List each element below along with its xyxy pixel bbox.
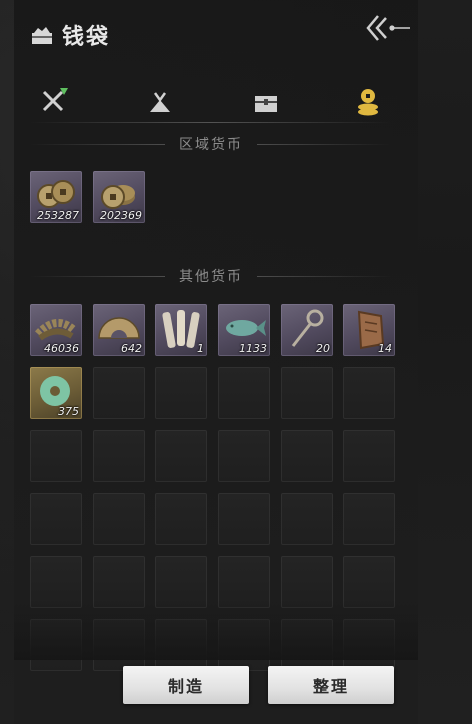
empty-slot xyxy=(343,367,395,419)
item-count: 202369 xyxy=(100,209,142,222)
empty-slot xyxy=(218,619,270,671)
currency-slot-bronze-plaque[interactable]: 14 xyxy=(343,304,395,356)
section-title: 其他货币 xyxy=(179,269,243,285)
crossed-swords-icon xyxy=(42,88,68,112)
empty-slot xyxy=(281,619,333,671)
page-title: 钱袋 xyxy=(62,24,111,50)
other-currency-heading: 其他货币 xyxy=(30,266,392,286)
divider xyxy=(30,143,165,145)
coins-icon xyxy=(358,89,378,116)
tab-items[interactable] xyxy=(140,82,180,122)
item-count: 375 xyxy=(58,405,79,418)
currency-slot-key-token[interactable]: 20 xyxy=(281,304,333,356)
currency-slot-bamboo-slips[interactable]: 1 xyxy=(155,304,207,356)
empty-slot xyxy=(343,493,395,545)
empty-slot xyxy=(281,556,333,608)
sort-button[interactable]: 整理 xyxy=(268,666,394,704)
empty-slot xyxy=(281,493,333,545)
tab-materials[interactable] xyxy=(246,82,286,122)
item-count: 14 xyxy=(378,342,392,355)
back-arrow-icon xyxy=(366,15,410,41)
bag-icon xyxy=(30,25,54,45)
empty-slot xyxy=(93,493,145,545)
currency-slot-half-disc[interactable]: 642 xyxy=(93,304,145,356)
empty-slot xyxy=(93,430,145,482)
back-button[interactable] xyxy=(364,12,412,44)
currency-slot-coin-string[interactable]: 46036 xyxy=(30,304,82,356)
empty-slot xyxy=(343,556,395,608)
empty-slot xyxy=(281,430,333,482)
currency-slot-copper-coins-stack[interactable]: 202369 xyxy=(93,171,145,223)
empty-slot xyxy=(218,367,270,419)
item-count: 46036 xyxy=(44,342,79,355)
item-count: 642 xyxy=(121,342,142,355)
empty-slot xyxy=(218,430,270,482)
empty-slot xyxy=(30,493,82,545)
empty-slot xyxy=(343,430,395,482)
divider xyxy=(30,275,165,277)
empty-slot xyxy=(343,619,395,671)
currency-slot-jade-fish[interactable]: 1133 xyxy=(218,304,270,356)
currency-slot-jade-ring[interactable]: 375 xyxy=(30,367,82,419)
craft-button[interactable]: 制造 xyxy=(123,666,249,704)
section-title: 区域货币 xyxy=(179,137,243,153)
empty-slot xyxy=(155,367,207,419)
regional-currency-heading: 区域货币 xyxy=(30,134,392,154)
item-count: 20 xyxy=(316,342,330,355)
craft-button-label: 制造 xyxy=(167,677,204,696)
category-tabs xyxy=(30,82,392,124)
empty-slot xyxy=(218,493,270,545)
empty-slot xyxy=(155,556,207,608)
empty-slot xyxy=(155,430,207,482)
tab-equipment[interactable] xyxy=(34,82,74,122)
sort-button-label: 整理 xyxy=(312,677,349,696)
item-count: 1133 xyxy=(239,342,267,355)
empty-slot xyxy=(281,367,333,419)
item-count: 253287 xyxy=(37,209,79,222)
empty-slot xyxy=(30,619,82,671)
header: 钱袋 xyxy=(30,18,110,52)
divider xyxy=(257,143,392,145)
tabs-divider xyxy=(30,122,392,123)
chest-icon xyxy=(255,96,277,112)
bundle-icon xyxy=(150,92,170,112)
empty-slot xyxy=(93,619,145,671)
item-count: 1 xyxy=(197,342,204,355)
empty-slot xyxy=(93,556,145,608)
empty-slot xyxy=(93,367,145,419)
empty-slot xyxy=(155,493,207,545)
empty-slot xyxy=(218,556,270,608)
currency-slot-copper-coins[interactable]: 253287 xyxy=(30,171,82,223)
empty-slot xyxy=(30,430,82,482)
empty-slot xyxy=(30,556,82,608)
empty-slot xyxy=(155,619,207,671)
tab-currency[interactable] xyxy=(348,82,388,122)
divider xyxy=(257,275,392,277)
